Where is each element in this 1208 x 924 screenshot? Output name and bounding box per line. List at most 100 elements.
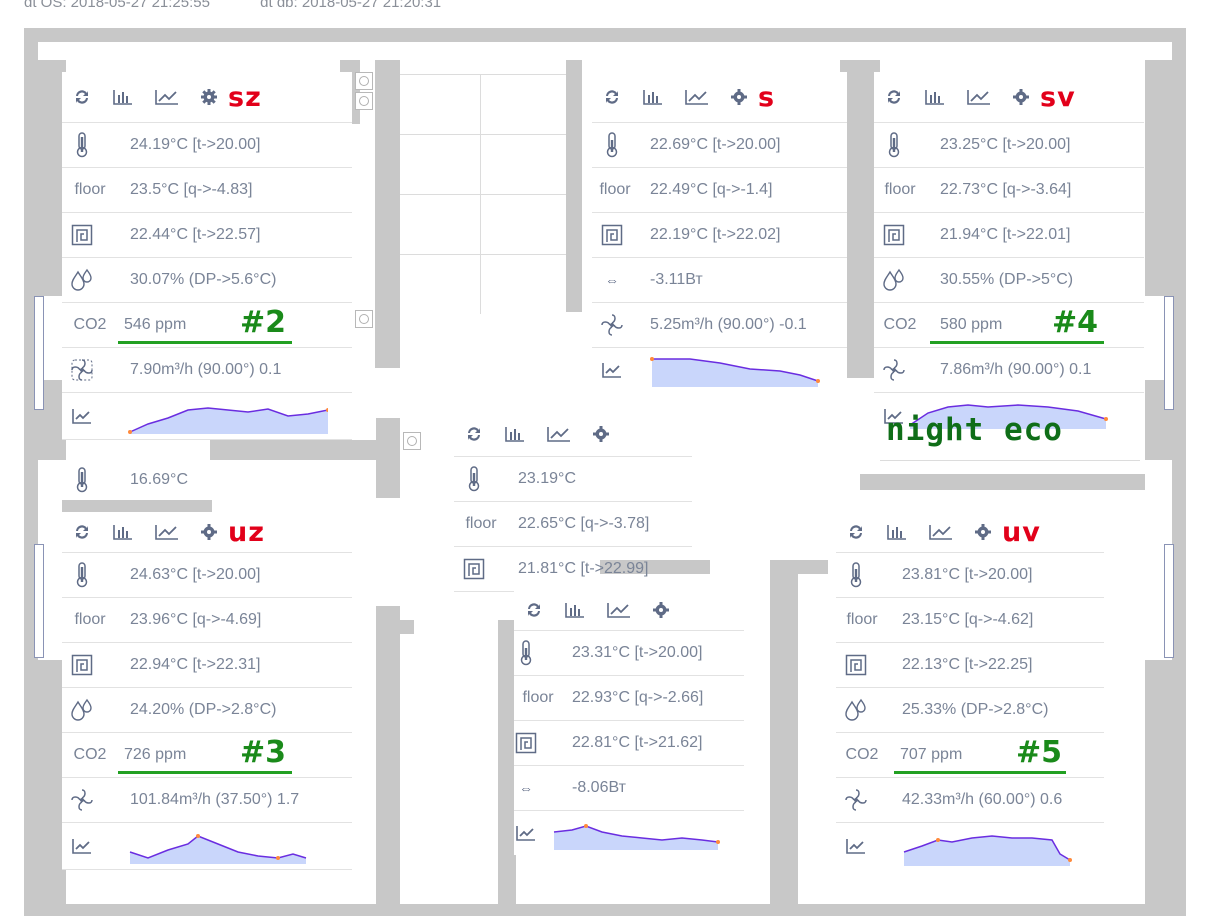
room-panel-sv: sv 23.25°C [t->20.00] floor 22.73°C [q->-… [874,72,1144,439]
room-number-badge: #5 [1016,735,1063,770]
gear-icon[interactable] [1012,88,1030,106]
floor-label: floor [884,181,916,198]
co2-label: CO2 [73,316,107,333]
refresh-icon[interactable] [464,424,484,444]
fan-icon [836,788,876,812]
timestamps: dt OS: 2018-05-27 21:25:55 dt db: 2018-0… [24,0,487,11]
co2-value: 707 ppm [900,746,963,763]
bar-chart-icon[interactable] [924,88,946,106]
refresh-icon[interactable] [602,87,622,107]
room-panel-hall: 16.69°C [62,460,212,500]
room-panel-uv: uv 23.81°C [t->20.00] floor 23.15°C [q->-… [836,512,1104,869]
bar-chart-icon[interactable] [504,425,526,443]
db-datetime: dt db: 2018-05-27 21:20:31 [260,0,442,11]
co2-value: 726 ppm [124,746,187,763]
temperature-value: 24.63°C [t->20.00] [130,566,261,583]
bar-chart-icon[interactable] [886,523,908,541]
bar-chart-icon[interactable] [564,601,586,619]
humidity-icon [62,268,102,292]
line-chart-icon[interactable] [684,88,710,106]
ventilation-value: 42.33m³/h (60.00°) 0.6 [902,791,1063,808]
thermometer-icon [62,562,102,588]
radiator-temp-value: 22.81°C [t->21.62] [572,734,703,751]
humidity-value: 24.20% (DP->2.8°C) [130,701,277,718]
room-name: uv [1002,516,1041,548]
radiator-icon [454,558,494,580]
line-chart-icon[interactable] [592,361,632,379]
line-chart-icon[interactable] [62,407,102,425]
power-value: -3.11Вт [650,271,703,288]
humidity-icon [874,268,914,292]
humidity-value: 30.55% (DP->5°C) [940,271,1074,288]
room-panel-center: 23.19°C floor 22.65°C [q->-3.78] 21.81°C … [454,412,692,592]
line-chart-icon[interactable] [836,837,876,855]
co2-label: CO2 [883,316,917,333]
line-chart-icon[interactable] [154,523,180,541]
night-eco-label: night eco [886,412,1063,448]
humidity-value: 25.33% (DP->2.8°C) [902,701,1049,718]
line-chart-icon[interactable] [966,88,992,106]
window-east-bottom [1164,544,1174,658]
gear-icon[interactable] [974,523,992,541]
radiator-temp-value: 22.94°C [t->22.31] [130,656,261,673]
gear-icon[interactable] [200,523,218,541]
radiator-temp-value: 22.13°C [t->22.25] [902,656,1033,673]
floor-temp-value: 22.93°C [q->-2.66] [572,689,704,706]
line-chart-icon[interactable] [606,601,632,619]
refresh-icon[interactable] [884,87,904,107]
radiator-icon [62,224,102,246]
room-name: sz [228,81,262,113]
room-number-badge: #4 [1052,305,1099,340]
radiator-icon [592,224,632,246]
room-name: s [758,81,776,113]
temperature-value: 23.19°C [518,470,576,487]
gear-icon[interactable] [200,88,218,106]
gear-icon[interactable] [592,425,610,443]
refresh-icon[interactable] [524,600,544,620]
panel-toolbar [514,590,744,631]
room-panel-uz: uz 24.63°C [t->20.00] floor 23.96°C [q->-… [62,512,352,870]
temperature-value: 23.31°C [t->20.00] [572,644,703,661]
floor-label: floor [522,689,554,706]
ventilation-value: 7.86m³/h (90.00°) 0.1 [940,361,1092,378]
gear-icon[interactable] [652,601,670,619]
bar-chart-icon[interactable] [642,88,664,106]
radiator-icon [874,224,914,246]
window-west-bottom [34,544,44,658]
thermometer-icon [874,132,914,158]
fan-icon [62,358,102,382]
refresh-icon[interactable] [846,522,866,542]
panel-toolbar: sv [874,72,1144,123]
sparkline-chart [128,407,328,434]
gear-icon[interactable] [730,88,748,106]
thermometer-icon [592,132,632,158]
line-chart-icon[interactable] [62,837,102,855]
ventilation-value: 101.84m³/h (37.50°) 1.7 [130,791,300,808]
fan-icon [592,313,632,337]
line-chart-icon[interactable] [514,824,538,842]
sparkline-chart [553,824,720,850]
power-value: -8.06Вт [572,779,626,796]
bar-chart-icon[interactable] [112,523,134,541]
sparkline-chart [903,835,1072,866]
line-chart-icon[interactable] [546,425,572,443]
fan-icon [62,788,102,812]
thermometer-icon [62,467,102,493]
refresh-icon[interactable] [72,522,92,542]
thermometer-icon [836,562,876,588]
temperature-value: 23.81°C [t->20.00] [902,566,1033,583]
bar-chart-icon[interactable] [112,88,134,106]
thermometer-icon [454,466,494,492]
window-west-top [34,296,44,410]
line-chart-icon[interactable] [928,523,954,541]
refresh-icon[interactable] [72,87,92,107]
room-name: uz [228,516,265,548]
thermometer-icon [514,640,538,666]
panel-toolbar: uz [62,512,352,553]
radiator-temp-value: 22.19°C [t->22.02] [650,226,781,243]
socket-icon [355,72,373,90]
line-chart-icon[interactable] [154,88,180,106]
humidity-icon [62,698,102,722]
socket-icon [355,92,373,110]
radiator-temp-value: 21.81°C [t->22.99] [518,560,649,577]
